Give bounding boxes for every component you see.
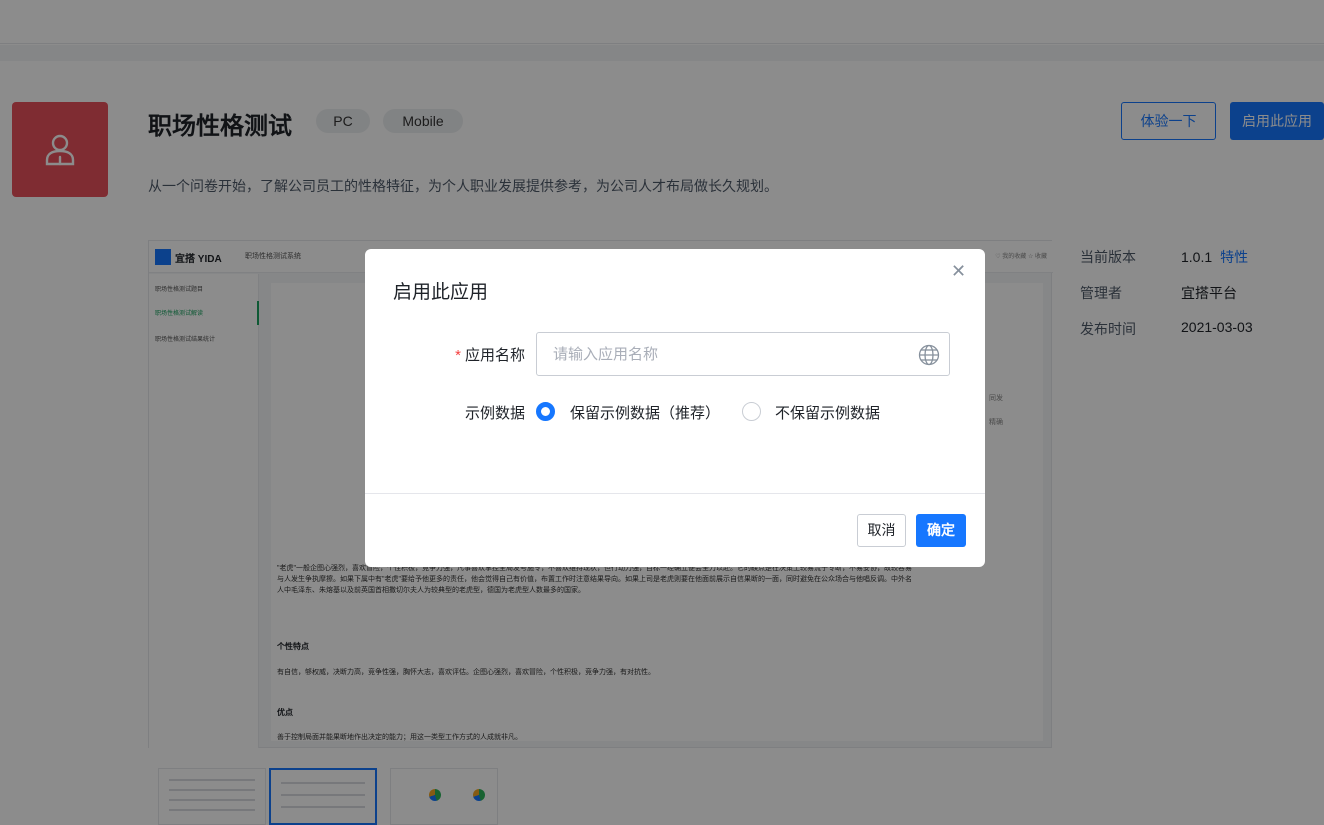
dialog-title: 启用此应用 bbox=[393, 282, 489, 303]
app-name-label: * 应用名称 bbox=[455, 347, 525, 364]
radio-keep-label[interactable]: 保留示例数据（推荐） bbox=[570, 402, 720, 423]
radio-discard-sample[interactable] bbox=[742, 402, 761, 421]
enable-app-dialog: 启用此应用 ✕ *应用名称 示例数据 保留示例数据（推荐） 不保留示例数据 取消… bbox=[365, 249, 985, 567]
confirm-button[interactable]: 确定 bbox=[916, 514, 966, 547]
app-name-input[interactable] bbox=[553, 343, 913, 365]
dialog-divider bbox=[365, 493, 985, 494]
radio-keep-sample[interactable] bbox=[536, 402, 555, 421]
globe-icon[interactable] bbox=[918, 344, 940, 366]
radio-discard-label[interactable]: 不保留示例数据 bbox=[775, 402, 880, 423]
app-name-field[interactable] bbox=[536, 332, 950, 376]
required-mark: * bbox=[455, 347, 461, 364]
sample-data-label: 示例数据 bbox=[464, 405, 525, 422]
cancel-button[interactable]: 取消 bbox=[857, 514, 906, 547]
close-icon[interactable]: ✕ bbox=[951, 261, 966, 282]
